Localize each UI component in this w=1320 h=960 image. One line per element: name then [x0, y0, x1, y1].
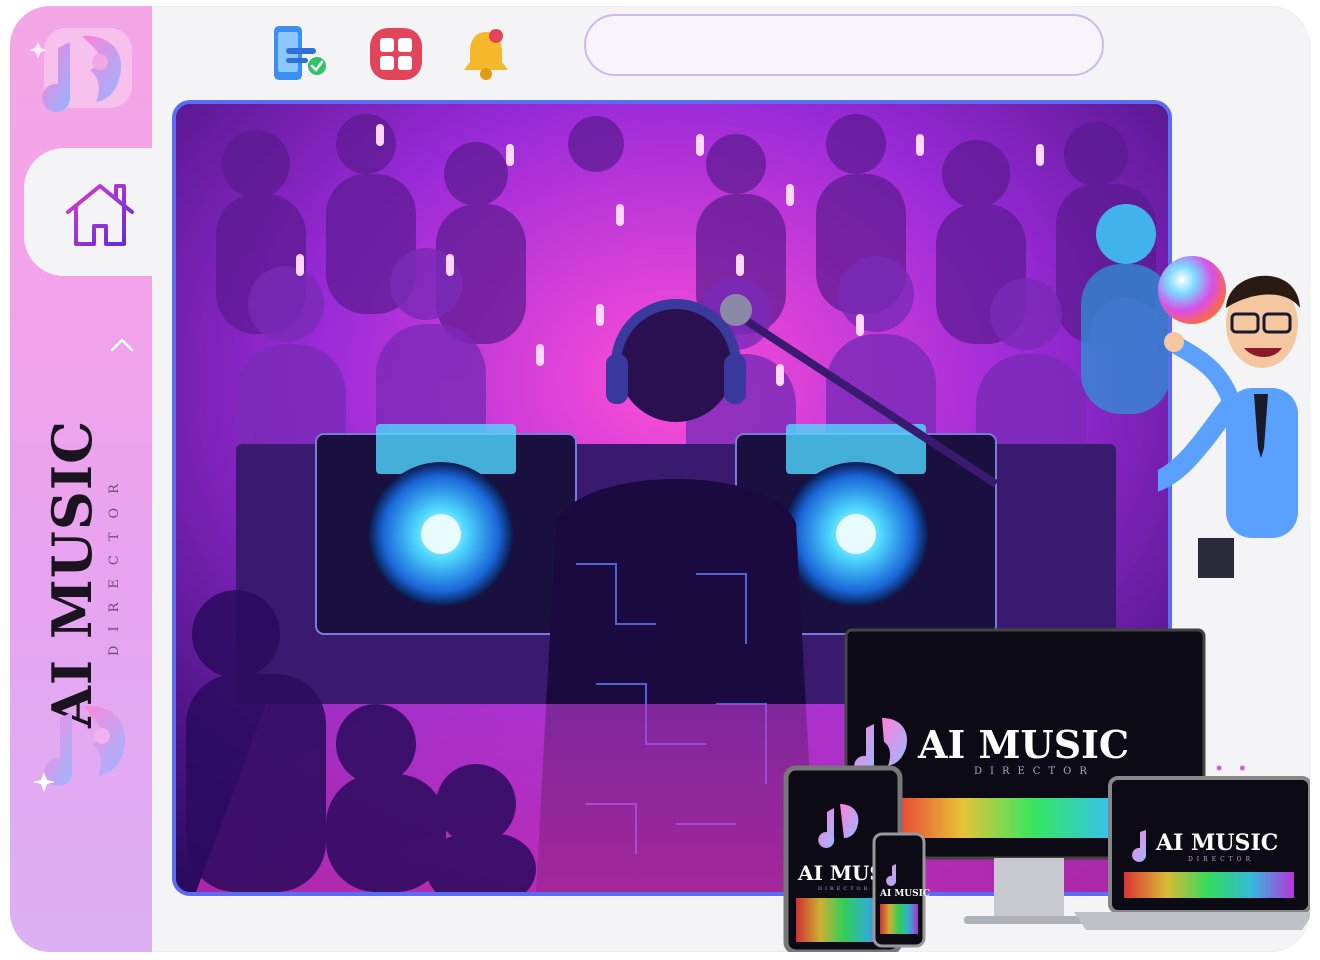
sidebar: AI MUSIC DIRECTOR — [10, 6, 152, 952]
home-icon — [66, 184, 134, 246]
tablet-tagline: DIRECTOR — [818, 886, 870, 892]
tablet-title: AI MUS — [797, 861, 884, 885]
decorative-dots: • • — [1216, 758, 1252, 778]
grid-apps-icon[interactable] — [366, 24, 426, 84]
app-window: AI MUSIC DIRECTOR AI MUSIC DIRECTOR AI M… — [10, 6, 1310, 952]
monitor-tagline: DIRECTOR — [974, 766, 1095, 777]
music-note-logo-icon — [33, 705, 126, 792]
phone-title: AI MUSIC — [879, 889, 930, 899]
mobile-check-icon[interactable] — [268, 24, 328, 84]
monitor-title: AI MUSIC — [917, 722, 1129, 767]
brand-tagline: DIRECTOR — [107, 470, 122, 656]
laptop-tagline: DIRECTOR — [1188, 856, 1254, 863]
brand-vertical: AI MUSIC DIRECTOR — [40, 398, 142, 728]
music-note-logo-icon — [30, 28, 132, 112]
home-nav-item[interactable] — [24, 148, 152, 276]
mascot-character — [1158, 256, 1300, 578]
brand-title: AI MUSIC — [40, 419, 104, 728]
laptop-title: AI MUSIC — [1155, 830, 1278, 856]
search-input[interactable] — [584, 14, 1104, 76]
devices-mockup: AI MUSIC DIRECTOR AI MUSIC DIRECTOR AI M… — [783, 628, 1310, 952]
chevron-up-icon[interactable] — [108, 332, 136, 360]
bell-notification-icon[interactable] — [456, 24, 516, 84]
